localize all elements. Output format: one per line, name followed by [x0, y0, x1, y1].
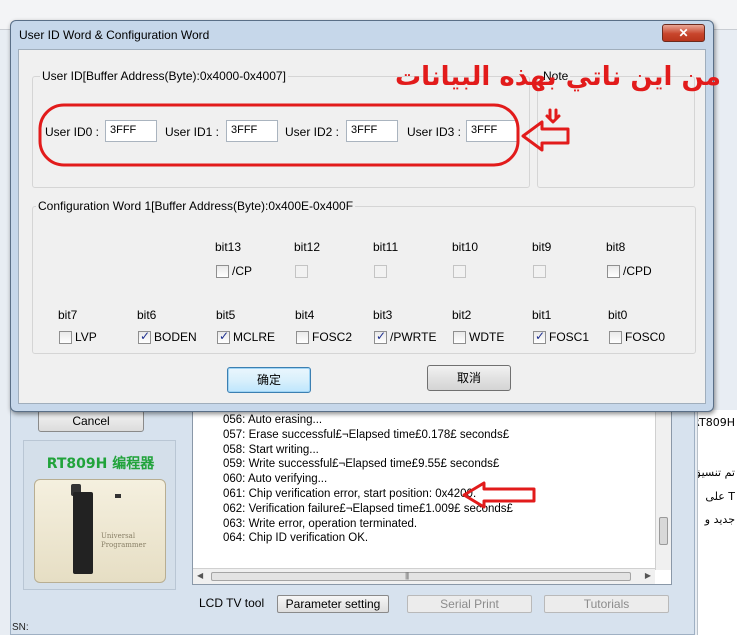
serial-print-button[interactable]: Serial Print	[407, 595, 532, 613]
side-text-line: تم تنسيق	[698, 466, 735, 479]
scroll-right-icon[interactable]: ▶	[645, 571, 651, 580]
bit-label: bit2	[452, 308, 472, 322]
bit-label: bit1	[532, 308, 552, 322]
log-line: 059: Write successful£¬Elapsed time£9.55…	[223, 458, 500, 471]
error-pointer-arrow-icon	[462, 481, 536, 509]
bit-label: bit11	[373, 240, 399, 254]
bit-checkbox[interactable]	[295, 265, 308, 278]
bit-checkbox[interactable]	[296, 331, 309, 344]
cancel-button[interactable]: 取消	[427, 365, 511, 391]
programmer-device-image: Universal Programmer	[34, 479, 166, 583]
bit-name-label: FOSC1	[549, 330, 590, 344]
bit-checkbox[interactable]	[607, 265, 620, 278]
bit-label: bit0	[608, 308, 628, 322]
bit-checkbox[interactable]	[217, 329, 230, 344]
log-line: 063: Write error, operation terminated.	[223, 517, 418, 530]
bit-name-label: MCLRE	[233, 330, 276, 344]
serial-number-label: SN:	[12, 622, 29, 633]
bit-checkbox[interactable]	[216, 265, 229, 278]
bit-checkbox[interactable]	[138, 329, 151, 344]
bit-name-label: FOSC2	[312, 330, 353, 344]
bit-label: bit7	[58, 308, 78, 322]
log-line: 061: Chip verification error, start posi…	[223, 488, 477, 500]
bit-name-label: FOSC0	[625, 330, 666, 344]
log-vertical-scrollbar[interactable]	[655, 412, 671, 570]
close-button[interactable]: ✕	[662, 24, 705, 42]
side-text-line: على T	[705, 490, 735, 503]
bit-label: bit3	[373, 308, 393, 322]
log-horizontal-scroll-thumb[interactable]	[211, 572, 631, 581]
product-image-panel: RT809H 编程器 Universal Programmer	[23, 440, 176, 590]
device-label: Universal Programmer	[101, 532, 147, 549]
scroll-grip-icon: |||	[405, 571, 409, 580]
bit-checkbox[interactable]	[609, 331, 622, 344]
bit-name-label: /CP	[232, 264, 253, 278]
parameter-setting-button[interactable]: Parameter setting	[277, 595, 389, 613]
bottom-toolbar: LCD TV tool Parameter setting Serial Pri…	[192, 592, 692, 616]
bit-checkbox[interactable]	[453, 331, 466, 344]
side-text-line: جديد و	[704, 513, 735, 526]
bit-checkbox[interactable]	[59, 331, 72, 344]
bit-label: bit12	[294, 240, 321, 254]
configuration-word-group: Configuration Word 1[Buffer Address(Byte…	[32, 199, 696, 354]
led-indicator	[115, 494, 121, 498]
bit-checkbox[interactable]	[374, 329, 387, 344]
log-vertical-scroll-thumb[interactable]	[659, 517, 668, 545]
scroll-left-icon[interactable]: ◀	[197, 571, 203, 580]
bit-checkbox[interactable]	[374, 265, 387, 278]
bit-checkbox[interactable]	[533, 265, 546, 278]
bit-label: bit6	[137, 308, 157, 322]
bit-name-label: /CPD	[623, 264, 652, 278]
bit-label: bit5	[216, 308, 236, 322]
log-line: 057: Erase successful£¬Elapsed time£0.17…	[223, 428, 510, 441]
dialog-title: User ID Word & Configuration Word	[19, 28, 210, 42]
bit-label: bit13	[215, 240, 242, 254]
user-id-group-label: User ID[Buffer Address(Byte):0x4000-0x40…	[40, 69, 288, 83]
background-cancel-button[interactable]: Cancel	[38, 410, 144, 432]
annotation-question-text: من اين ناتي بهذه البيانات	[395, 62, 721, 92]
log-line: 056: Auto erasing...	[223, 414, 323, 426]
annotation-arrow-icon	[521, 108, 570, 152]
bit-name-label: WDTE	[469, 330, 505, 344]
log-output[interactable]: 056: Auto erasing... 057: Erase successfu…	[192, 411, 672, 585]
bit-label: bit4	[295, 308, 315, 322]
bit-name-label: LVP	[75, 330, 97, 344]
tutorials-button[interactable]: Tutorials	[544, 595, 669, 613]
zif-socket	[73, 492, 93, 574]
bit-label: bit10	[452, 240, 479, 254]
log-horizontal-scrollbar[interactable]: ◀ ||| ▶	[193, 568, 655, 584]
side-text-panel: RT809H تم تنسيق على T جديد و	[697, 410, 737, 635]
configuration-word-group-label: Configuration Word 1[Buffer Address(Byte…	[36, 199, 356, 213]
log-line: 064: Chip ID verification OK.	[223, 532, 369, 545]
bit-name-label: /PWRTE	[390, 330, 437, 344]
close-icon: ✕	[678, 26, 689, 40]
side-text-line: RT809H	[698, 416, 735, 429]
annotation-ellipse	[38, 103, 520, 167]
bit-name-label: BODEN	[154, 330, 197, 344]
ok-button[interactable]: 确定	[227, 367, 311, 393]
bit-checkbox[interactable]	[453, 265, 466, 278]
bit-checkbox[interactable]	[533, 329, 546, 344]
bit-label: bit8	[606, 240, 626, 254]
lcd-tv-tool-label: LCD TV tool	[199, 596, 265, 610]
bit-label: bit9	[532, 240, 552, 254]
log-line: 060: Auto verifying...	[223, 473, 328, 486]
product-title: RT809H 编程器	[46, 456, 155, 472]
log-line: 058: Start writing...	[223, 443, 319, 456]
